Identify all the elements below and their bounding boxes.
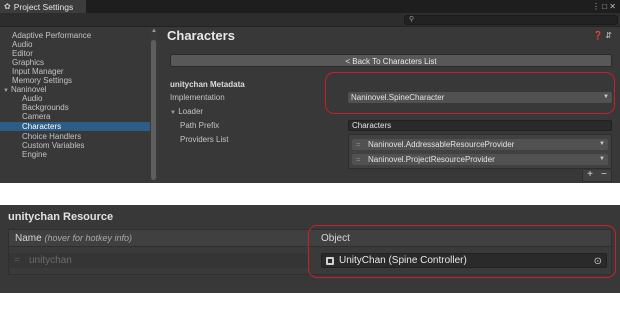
provider-label: Naninovel.AddressableResourceProvider [368,140,515,149]
provider-label: Naninovel.ProjectResourceProvider [368,155,495,164]
path-prefix-label: Path Prefix [180,121,220,130]
sidebar-item-naninovel[interactable]: ▼ Naninovel [3,85,47,94]
sidebar-item-editor[interactable]: Editor [12,49,33,58]
sidebar-item-adaptive-performance[interactable]: Adaptive Performance [12,31,91,40]
implementation-label: Implementation [170,93,225,102]
window-controls[interactable]: ⋮ □ ✕ [592,0,616,13]
sidebar-item-characters[interactable]: Characters [0,122,150,131]
drag-handle-icon[interactable]: = [14,253,20,268]
add-item-button[interactable]: + [587,170,593,181]
name-header-label: Name [15,233,42,244]
sidebar-item-audio[interactable]: Audio [12,40,32,49]
tab-label: Project Settings [13,1,74,12]
chevron-down-icon: ▼ [599,156,605,162]
providers-list-label: Providers List [180,135,229,144]
sidebar-item-choice-handlers[interactable]: Choice Handlers [22,132,81,141]
sidebar-item-memory-settings[interactable]: Memory Settings [12,76,72,85]
sidebar-item-backgrounds[interactable]: Backgrounds [22,103,69,112]
sidebar-item-graphics[interactable]: Graphics [12,58,44,67]
provider-dropdown[interactable]: = Naninovel.AddressableResourceProvider … [352,139,608,150]
sidebar-item-custom-variables[interactable]: Custom Variables [22,141,85,150]
title-bar: ✿ Project Settings ⋮ □ ✕ [0,0,620,13]
tab-project-settings[interactable]: ✿ Project Settings [0,0,86,13]
settings-icon[interactable]: ⇵ [605,31,614,40]
scroll-up-arrow-icon[interactable]: ▲ [150,28,158,34]
name-column-header: Name (hover for hotkey info) [15,233,132,244]
chevron-down-icon: ▼ [599,141,605,147]
resource-name-field[interactable]: = unitychan [9,253,309,268]
resource-name-value: unitychan [29,255,72,266]
provider-dropdown[interactable]: = Naninovel.ProjectResourceProvider ▼ [352,154,608,165]
sidebar-item-naninovel-audio[interactable]: Audio [22,94,42,103]
highlight-annotation [325,72,615,114]
sidebar-item-engine[interactable]: Engine [22,150,47,159]
providers-list: = Naninovel.AddressableResourceProvider … [348,134,612,169]
name-header-hint: (hover for hotkey info) [44,233,133,243]
search-input[interactable]: ⚲ [404,15,618,25]
back-to-characters-button[interactable]: < Back To Characters List [170,54,612,67]
page-title: Characters [167,28,235,43]
resource-title: unitychan Resource [8,211,114,223]
gear-icon: ✿ [4,2,11,11]
expand-arrow-icon: ▼ [170,110,176,116]
toolbar: ⚲ [0,13,620,27]
loader-label: Loader [178,107,204,116]
path-prefix-field[interactable]: Characters [348,120,612,131]
remove-item-button[interactable]: − [601,170,607,181]
sidebar-item-camera[interactable]: Camera [22,112,50,121]
sidebar-scroll-thumb[interactable] [151,40,156,180]
sidebar-item-label: Naninovel [10,85,47,94]
drag-handle-icon[interactable]: = [356,154,361,165]
expand-arrow-icon: ▼ [3,88,9,94]
highlight-annotation [308,225,616,278]
metadata-title: unitychan Metadata [170,80,245,89]
loader-foldout[interactable]: ▼ Loader [170,107,203,116]
help-icon[interactable]: ❓ [593,31,605,40]
header-icons: ❓⇵ [593,31,614,40]
search-icon: ⚲ [409,16,415,23]
list-footer: + − [582,170,612,182]
settings-sidebar: Adaptive Performance Audio Editor Graphi… [0,28,160,183]
drag-handle-icon[interactable]: = [356,139,361,150]
sidebar-item-input-manager[interactable]: Input Manager [12,67,64,76]
